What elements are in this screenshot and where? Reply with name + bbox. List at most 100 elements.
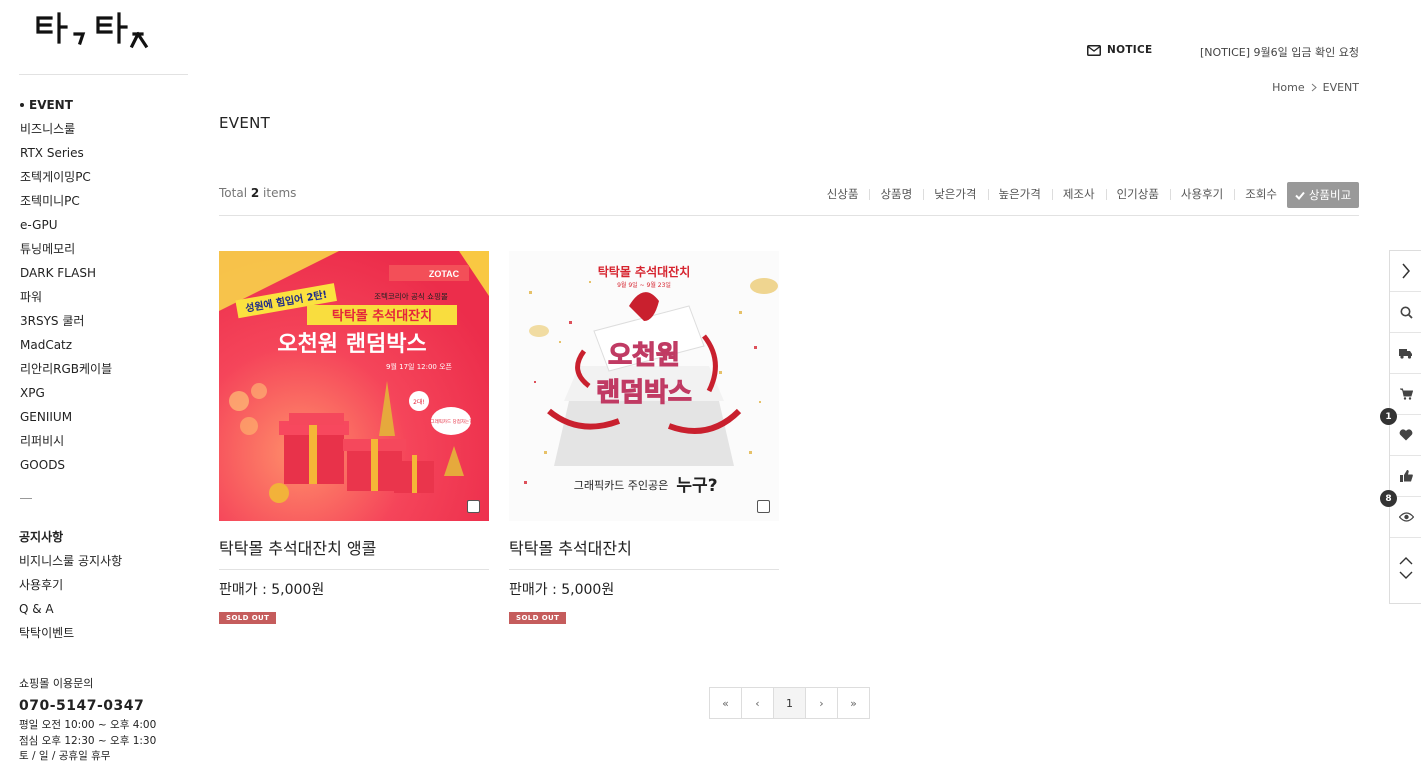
sort-option[interactable]: 인기상품 (1105, 186, 1170, 202)
category-item[interactable]: GENIIUM (20, 405, 112, 429)
scroll-controls (1390, 538, 1421, 598)
banner-bottom-a: 그래픽카드 주인공은 (574, 479, 669, 492)
sidebar-short-divider (20, 498, 32, 499)
sort-option[interactable]: 사용후기 (1169, 186, 1234, 202)
banner-date: 9월 9일 ~ 9월 23일 (617, 281, 671, 289)
compare-label: 상품비교 (1308, 188, 1352, 202)
quick-wishlist-button[interactable]: 1 (1380, 408, 1421, 456)
compare-button[interactable]: 상품비교 (1287, 182, 1359, 208)
current-page[interactable]: 1 (773, 688, 805, 718)
truck-icon (1399, 348, 1412, 359)
board-link[interactable]: 비지니스룰 공지사항 (19, 549, 122, 573)
category-item[interactable]: 리안리RGB케이블 (20, 357, 112, 381)
board-link[interactable]: 탁탁이벤트 (19, 621, 122, 645)
product-name[interactable]: 탁탁몰 추석대잔치 (509, 539, 779, 559)
category-item[interactable]: 튜닝메모리 (20, 237, 112, 261)
category-label: EVENT (29, 98, 73, 112)
pagination: « ‹ 1 › » (709, 687, 870, 719)
sort-option[interactable]: 조회수 (1234, 186, 1277, 202)
category-item-event[interactable]: EVENT (20, 93, 112, 117)
product-price: 판매가 : 5,000원 (509, 582, 615, 598)
category-item[interactable]: 조텍미니PC (20, 189, 112, 213)
last-page-button[interactable]: » (837, 688, 869, 718)
sold-out-badge: SOLD OUT (219, 612, 277, 624)
product-thumbnail[interactable]: 탁탁몰 추석대잔치 9월 9일 ~ 9월 23일 오천원 랜덤박스 그래픽카드 … (509, 251, 779, 521)
next-page-button[interactable]: › (805, 688, 837, 718)
quick-recent-button[interactable]: 8 (1380, 490, 1421, 538)
cs-hours: 평일 오전 10:00 ~ 오후 4:00 점심 오후 12:30 ~ 오후 1… (19, 718, 156, 765)
product-thumbnail[interactable]: ZOTAC 성원에 힘입어 2탄! 조텍코리아 공식 쇼핑몰 탁탁몰 추석대잔치… (219, 251, 489, 521)
total-number: 2 (250, 186, 260, 200)
banner-brand: ZOTAC (429, 269, 460, 279)
chevron-right-icon (1402, 263, 1410, 279)
category-list: EVENT 비즈니스룰 RTX Series 조텍게이밍PC 조텍미니PC e-… (20, 93, 112, 477)
quick-like-button[interactable] (1390, 456, 1421, 497)
sort-option[interactable]: 제조사 (1051, 186, 1106, 202)
category-item[interactable]: 조텍게이밍PC (20, 165, 112, 189)
envelope-icon (1087, 44, 1101, 56)
cs-hours-line: 토 / 일 / 공휴일 휴무 (19, 750, 111, 762)
quick-cart-button[interactable] (1390, 374, 1421, 415)
scroll-up-icon[interactable] (1399, 557, 1413, 565)
product-card: 탁탁몰 추석대잔치 9월 9일 ~ 9월 23일 오천원 랜덤박스 그래픽카드 … (509, 251, 779, 624)
category-item[interactable]: XPG (20, 381, 112, 405)
breadcrumb-current: EVENT (1322, 81, 1359, 94)
list-divider (219, 215, 1359, 216)
eye-icon (1398, 512, 1414, 522)
banner-line1: 탁탁몰 추석대잔치 (598, 264, 691, 279)
banner-bottom-b: 누구? (676, 476, 717, 496)
board-link[interactable]: Q & A (19, 597, 122, 621)
board-title: 공지사항 (19, 530, 64, 544)
site-logo[interactable] (30, 8, 160, 56)
quick-search-button[interactable] (1390, 292, 1421, 333)
quick-bar: 1 8 (1380, 250, 1421, 604)
category-item[interactable]: e-GPU (20, 213, 112, 237)
sold-out-badge: SOLD OUT (509, 612, 567, 624)
total-prefix: Total (219, 186, 248, 200)
compare-checkbox[interactable] (467, 500, 480, 513)
thumbs-up-icon (1399, 470, 1413, 482)
category-item[interactable]: 리퍼비시 (20, 429, 112, 453)
cart-icon (1399, 388, 1413, 400)
first-page-button[interactable]: « (710, 688, 741, 718)
product-separator (509, 569, 779, 570)
banner-line1: 탁탁몰 추석대잔치 (332, 308, 432, 324)
heart-icon (1399, 429, 1413, 441)
banner-sub: 조텍코리아 공식 쇼핑몰 (374, 291, 448, 301)
chevron-right-icon (1311, 83, 1317, 92)
cs-phone: 070-5147-0347 (19, 698, 145, 714)
sort-option[interactable]: 상품명 (869, 186, 923, 202)
category-item[interactable]: MadCatz (20, 333, 112, 357)
quickbar-toggle-button[interactable] (1390, 251, 1421, 292)
sort-option[interactable]: 낮은가격 (923, 186, 987, 202)
category-item[interactable]: 3RSYS 쿨러 (20, 309, 112, 333)
product-name[interactable]: 탁탁몰 추석대잔치 앵콜 (219, 539, 489, 559)
sort-option[interactable]: 높은가격 (987, 186, 1052, 202)
category-item[interactable]: 비즈니스룰 (20, 117, 112, 141)
notice-link[interactable]: NOTICE (1087, 44, 1152, 56)
product-banner-image: 탁탁몰 추석대잔치 9월 9일 ~ 9월 23일 오천원 랜덤박스 그래픽카드 … (509, 251, 779, 521)
breadcrumb-home[interactable]: Home (1272, 81, 1304, 94)
category-item[interactable]: RTX Series (20, 141, 112, 165)
check-icon (1295, 191, 1305, 200)
notice-ticker[interactable]: [NOTICE] 9월6일 입금 확인 요청 (1200, 44, 1359, 60)
sidebar-divider (19, 74, 188, 75)
sort-options: 신상품 상품명 낮은가격 높은가격 제조사 인기상품 사용후기 조회수 (816, 186, 1277, 202)
product-banner-image: ZOTAC 성원에 힘입어 2탄! 조텍코리아 공식 쇼핑몰 탁탁몰 추석대잔치… (219, 251, 489, 521)
banner-bubble2: 그래픽카드 당첨자는? (430, 418, 472, 425)
category-item[interactable]: 파워 (20, 285, 112, 309)
board-link[interactable]: 사용후기 (19, 573, 122, 597)
prev-page-button[interactable]: ‹ (741, 688, 773, 718)
scroll-down-icon[interactable] (1399, 571, 1413, 579)
banner-bubble1: 2대! (413, 398, 425, 406)
search-icon (1400, 306, 1413, 319)
banner-big1: 오천원 (608, 341, 680, 371)
banner-line2: 오천원 랜덤박스 (277, 332, 426, 357)
compare-checkbox[interactable] (757, 500, 770, 513)
category-item[interactable]: DARK FLASH (20, 261, 112, 285)
sort-option[interactable]: 신상품 (816, 186, 870, 202)
category-item[interactable]: GOODS (20, 453, 112, 477)
product-price: 판매가 : 5,000원 (219, 582, 325, 598)
total-count: Total 2 items (219, 186, 296, 200)
quick-delivery-button[interactable] (1390, 333, 1421, 374)
